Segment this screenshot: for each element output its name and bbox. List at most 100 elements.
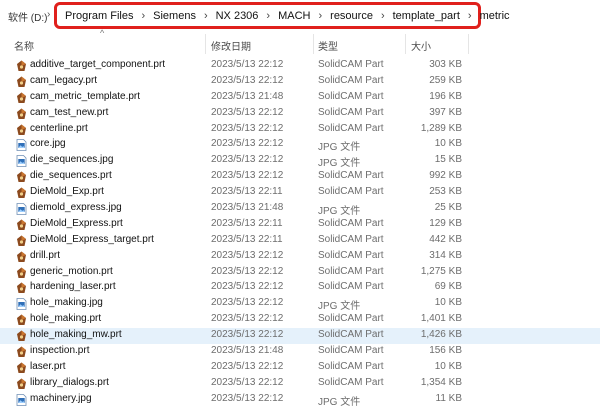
file-row[interactable]: laser.prt 2023/5/13 22:12 SolidCAM Part 10 … [0,360,600,376]
file-type: SolidCAM Part [318,376,384,388]
column-divider[interactable] [205,34,206,54]
file-row[interactable]: generic_motion.prt 2023/5/13 22:12 SolidCA… [0,265,600,281]
file-name: hole_making.prt [30,313,102,325]
chevron-right-icon: › [318,10,323,22]
breadcrumb-item[interactable]: template_part [391,10,462,22]
file-size: 303 KB [429,59,462,70]
column-divider[interactable] [468,34,469,54]
file-size: 69 KB [434,281,462,293]
file-row[interactable]: inspection.prt 2023/5/13 21:48 SolidCAM Pa… [0,344,600,360]
file-date: 2023/5/13 22:12 [211,281,284,293]
file-list: additive_target_component.prt 2023/5/13 2… [0,58,600,408]
file-size: 1,275 KB [420,265,462,277]
file-date: 2023/5/13 22:12 [211,170,284,182]
file-row[interactable]: diemold_express.jpg 2023/5/13 21:48 JPG 文件… [0,201,600,217]
file-row[interactable]: additive_target_component.prt 2023/5/13 2… [0,58,600,74]
file-type: SolidCAM Part [318,249,384,261]
column-header-date[interactable]: 修改日期 [211,38,251,53]
file-name: DieMold_Express.prt [30,217,123,229]
file-name: additive_target_component.prt [30,59,166,70]
file-type: SolidCAM Part [318,233,384,245]
file-type: SolidCAM Part [318,345,384,357]
file-name: cam_test_new.prt [30,106,109,118]
file-name: centerline.prt [30,122,88,134]
solidcam-part-icon [17,171,26,183]
file-type: JPG 文件 [318,142,361,154]
jpg-file-icon [16,203,27,215]
file-type: JPG 文件 [318,158,361,170]
breadcrumb-item-current[interactable]: metric [478,10,512,22]
file-row[interactable]: drill.prt 2023/5/13 22:12 SolidCAM Part 314… [0,249,600,265]
breadcrumb-item[interactable]: Program Files [63,10,135,22]
solidcam-part-icon [17,330,26,342]
solidcam-part-icon [17,187,26,199]
file-type: SolidCAM Part [318,281,384,293]
file-size: 314 KB [429,249,462,261]
solidcam-part-icon [17,235,26,246]
file-name: hole_making_mw.prt [30,329,122,341]
file-size: 129 KB [429,217,462,229]
file-name: laser.prt [30,360,66,372]
file-row[interactable]: machinery.jpg 2023/5/13 22:12 JPG 文件 11 KB [0,392,600,408]
file-date: 2023/5/13 22:12 [211,376,284,388]
file-row[interactable]: cam_metric_template.prt 2023/5/13 21:48 So… [0,90,600,106]
file-date: 2023/5/13 22:11 [211,217,283,229]
file-size: 196 KB [429,90,462,102]
file-size: 259 KB [429,74,462,86]
file-row[interactable]: die_sequences.prt 2023/5/13 22:12 SolidCAM… [0,169,600,185]
file-row[interactable]: core.jpg 2023/5/13 22:12 JPG 文件 10 KB [0,137,600,153]
breadcrumb-item[interactable]: Siemens [151,10,198,22]
file-date: 2023/5/13 22:12 [211,59,284,70]
solidcam-part-icon [17,219,26,230]
file-name: drill.prt [30,249,61,261]
file-row[interactable]: cam_legacy.prt 2023/5/13 22:12 SolidCAM Pa… [0,74,600,90]
file-name: inspection.prt [30,345,90,357]
file-row[interactable]: DieMold_Express.prt 2023/5/13 22:11 SolidC… [0,217,600,233]
file-size: 1,354 KB [420,376,462,388]
column-divider[interactable] [405,34,406,54]
file-row[interactable]: die_sequences.jpg 2023/5/13 22:12 JPG 文件 15… [0,153,600,169]
jpg-file-icon [16,298,27,311]
file-type: SolidCAM Part [318,59,384,70]
column-header-size[interactable]: 大小 [411,38,431,53]
solidcam-part-icon [17,362,26,373]
file-row[interactable]: cam_test_new.prt 2023/5/13 22:12 SolidCAM … [0,106,600,122]
file-row[interactable]: DieMold_Express_target.prt 2023/5/13 22:1… [0,233,600,249]
file-date: 2023/5/13 21:48 [211,202,284,214]
file-name: cam_metric_template.prt [30,90,141,102]
file-size: 15 KB [434,154,462,166]
file-size: 25 KB [434,202,462,214]
file-size: 1,426 KB [420,329,462,341]
jpg-file-icon [16,393,27,406]
breadcrumb-item[interactable]: MACH [276,10,312,22]
file-date: 2023/5/13 22:12 [211,360,284,372]
file-name: generic_motion.prt [30,265,113,277]
file-date: 2023/5/13 22:12 [211,392,284,404]
solidcam-part-icon [17,60,26,71]
breadcrumb: Program Files › Siemens › NX 2306 › MACH… [63,10,512,22]
file-type: SolidCAM Part [318,90,384,102]
file-date: 2023/5/13 22:12 [211,122,284,134]
file-row[interactable]: hardening_laser.prt 2023/5/13 22:12 SolidC… [0,280,600,296]
breadcrumb-drive[interactable]: 软件 (D:) [8,9,47,24]
file-name: diemold_express.jpg [30,202,122,214]
file-row[interactable]: library_dialogs.prt 2023/5/13 22:12 SolidC… [0,376,600,392]
breadcrumb-item[interactable]: resource [328,10,375,22]
jpg-file-icon [16,139,27,152]
file-row[interactable]: DieMold_Exp.prt 2023/5/13 22:11 SolidCAM P… [0,185,600,201]
file-row[interactable]: hole_making.jpg 2023/5/13 22:12 JPG 文件 10 K… [0,296,600,312]
file-size: 1,289 KB [420,122,462,134]
file-type: SolidCAM Part [318,74,384,86]
file-row[interactable]: hole_making_mw.prt 2023/5/13 22:12 SolidCA… [0,328,600,345]
column-header-name[interactable]: 名称 [14,38,34,53]
chevron-right-icon: › [141,10,146,22]
file-name: hardening_laser.prt [30,281,116,293]
breadcrumb-item[interactable]: NX 2306 [214,10,261,22]
file-name: die_sequences.jpg [30,154,114,166]
solidcam-part-icon [17,267,26,278]
file-row[interactable]: centerline.prt 2023/5/13 22:12 SolidCAM Pa… [0,122,600,138]
file-row[interactable]: hole_making.prt 2023/5/13 22:12 SolidCAM P… [0,312,600,328]
file-size: 10 KB [434,297,462,309]
column-header-type[interactable]: 类型 [318,38,338,53]
column-divider[interactable] [313,34,314,54]
